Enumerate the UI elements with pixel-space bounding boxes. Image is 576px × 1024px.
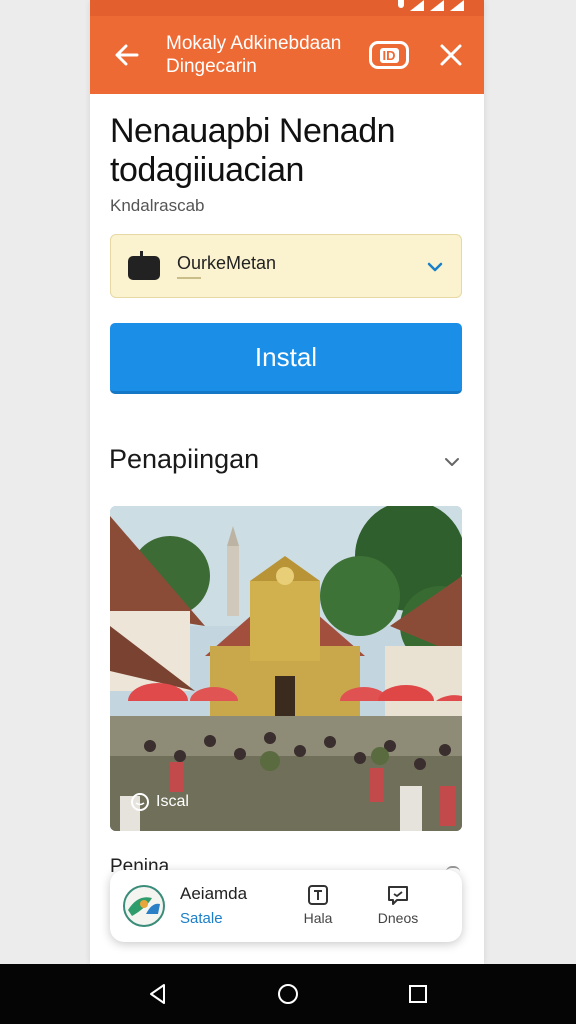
- info-action-label: Hala: [303, 910, 333, 926]
- photo-caption: Iscal: [130, 792, 189, 812]
- status-icons: [398, 0, 464, 12]
- install-button[interactable]: Instal: [110, 323, 462, 394]
- gallery-photo[interactable]: Iscal: [110, 506, 462, 831]
- message-icon: [388, 886, 408, 905]
- system-navigation-bar: [0, 964, 576, 1024]
- app-bar: Mokaly Adkinebdaan Dingecarin ID: [90, 16, 484, 94]
- status-bar: [90, 0, 484, 16]
- nav-back-icon[interactable]: [146, 982, 170, 1006]
- id-badge-label: ID: [379, 47, 399, 63]
- app-bar-title: Mokaly Adkinebdaan Dingecarin: [166, 32, 341, 78]
- info-action-button[interactable]: Hala: [288, 882, 348, 932]
- page-subtitle: Kndalrascab: [110, 196, 205, 215]
- close-button[interactable]: [436, 40, 466, 70]
- app-bar-title-line2: Dingecarin: [166, 56, 257, 77]
- section-title: Penapiingan: [109, 444, 260, 474]
- app-status: Satale: [180, 910, 223, 927]
- app-logo-icon: [123, 885, 165, 927]
- wifi-icon: [450, 0, 464, 11]
- nav-recents-icon[interactable]: [406, 982, 430, 1006]
- device-select[interactable]: OurkeMetan: [110, 234, 462, 298]
- nav-home-icon[interactable]: [276, 982, 300, 1006]
- close-icon: [440, 44, 462, 66]
- back-button[interactable]: [112, 40, 142, 70]
- app-info-card[interactable]: Aeiamda Satale Hala Dneos: [110, 870, 462, 942]
- id-badge-button[interactable]: ID: [369, 41, 409, 69]
- section-chevron-down-icon[interactable]: [442, 452, 462, 472]
- tv-icon: [128, 251, 160, 280]
- device-select-hint: [177, 277, 201, 279]
- device-select-value: OurkeMetan: [177, 253, 277, 273]
- arrow-left-icon: [115, 44, 139, 66]
- message-action-button[interactable]: Dneos: [368, 882, 428, 932]
- app-name: Aeiamda: [180, 884, 248, 903]
- photo-caption-text: Iscal: [156, 793, 189, 810]
- chevron-down-icon: [427, 262, 443, 272]
- comment-icon: [131, 793, 149, 811]
- location-icon: [398, 0, 404, 8]
- message-action-label: Dneos: [377, 910, 419, 926]
- signal-icon-2: [430, 0, 444, 11]
- page-title: Nenauapbi Nenadn todagiiuacian: [110, 112, 396, 189]
- phone-screen: Mokaly Adkinebdaan Dingecarin ID Nenauap…: [90, 0, 484, 964]
- temple-courtyard-photo: [110, 506, 462, 831]
- app-bar-title-line1: Mokaly Adkinebdaan: [166, 33, 342, 54]
- signal-icon: [410, 0, 424, 11]
- info-box-icon: [308, 885, 328, 905]
